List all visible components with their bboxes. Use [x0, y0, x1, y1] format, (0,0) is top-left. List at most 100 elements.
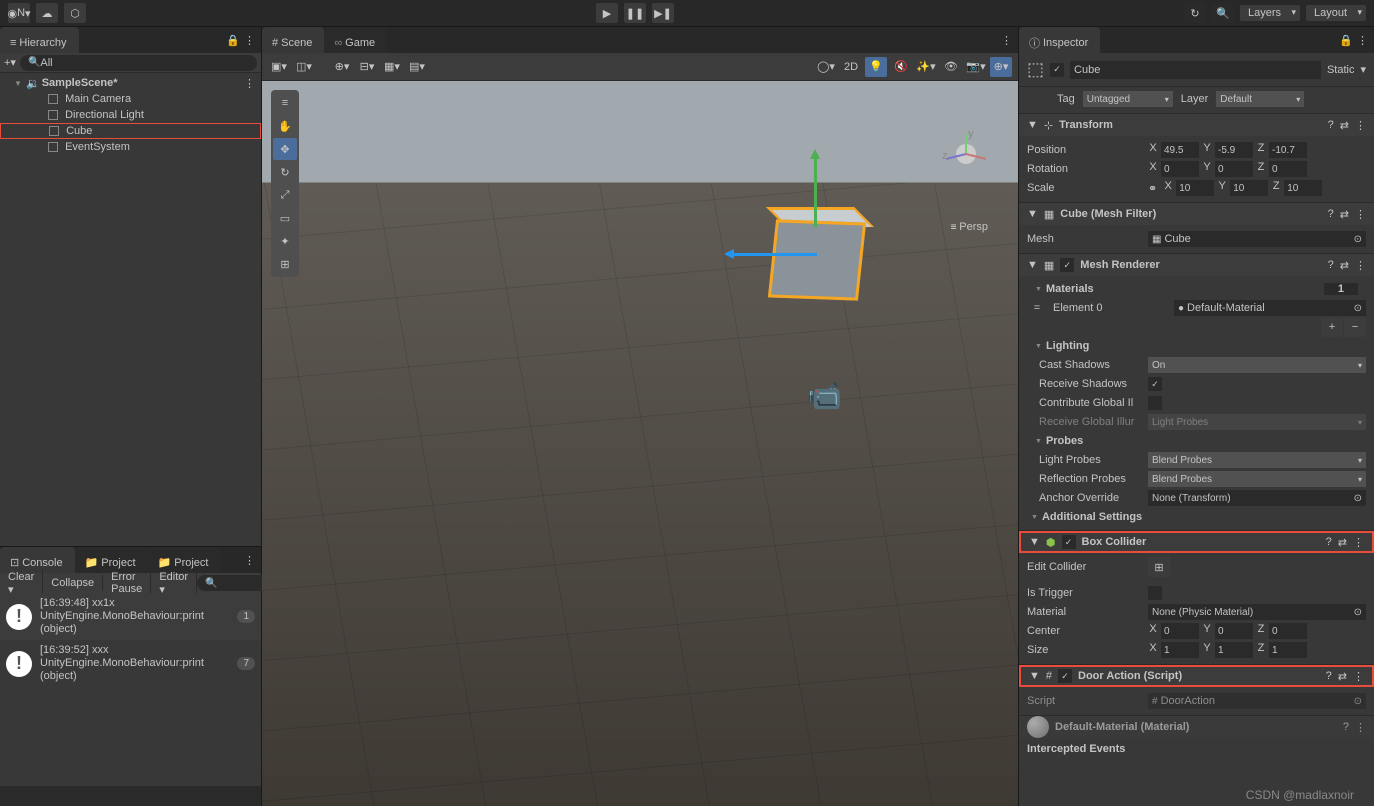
add-material[interactable]: + [1321, 317, 1343, 337]
2d-toggle[interactable]: 2D [840, 57, 862, 77]
hierarchy-item-light[interactable]: Directional Light [0, 107, 261, 123]
dooraction-header[interactable]: ▼#✓Door Action (Script)?⇄⋮ [1019, 665, 1374, 687]
center-y[interactable] [1215, 623, 1253, 639]
package-icon[interactable]: ⬡ [64, 3, 86, 23]
tab-inspector[interactable]: ⓘ Inspector [1019, 27, 1100, 53]
constrain-icon[interactable]: ⚭ [1148, 182, 1157, 195]
search-icon[interactable]: 🔍 [1212, 3, 1234, 23]
reflectionprobes-dropdown[interactable]: Blend Probes [1148, 471, 1366, 487]
materials-label[interactable]: Materials1 [1027, 280, 1366, 298]
hierarchy-item-camera[interactable]: Main Camera [0, 91, 261, 107]
gizmos-toggle[interactable]: ⊕▾ [990, 57, 1012, 77]
orientation-gizmo[interactable]: yz [936, 129, 996, 179]
console-row[interactable]: ! [16:39:52] xxxUnityEngine.MonoBehaviou… [0, 640, 261, 687]
editcollider-button[interactable]: ⊞ [1148, 557, 1170, 577]
pause-button[interactable]: ❚❚ [624, 3, 646, 23]
draw-mode[interactable]: ◫▾ [293, 57, 315, 77]
castshadows-dropdown[interactable]: On [1148, 357, 1366, 373]
cloud-icon[interactable]: ☁ [36, 3, 58, 23]
console-row[interactable]: ! [16:39:48] xx1xUnityEngine.MonoBehavio… [0, 593, 261, 640]
shading-mode[interactable]: ▣▾ [268, 57, 290, 77]
pivot-toggle[interactable]: ⊕▾ [331, 57, 353, 77]
size-x[interactable] [1161, 642, 1199, 658]
layout-dropdown[interactable]: Layout [1306, 5, 1366, 21]
dooraction-enabled[interactable]: ✓ [1058, 669, 1072, 683]
mesh-field[interactable]: ▦ Cube [1148, 231, 1366, 247]
rot-z[interactable] [1269, 161, 1307, 177]
custom-tool[interactable]: ⊞ [273, 253, 297, 275]
layers-dropdown[interactable]: Layers [1240, 5, 1300, 21]
account-button[interactable]: ◉ N ▾ [8, 3, 30, 23]
selected-cube[interactable] [772, 221, 862, 299]
y-axis-handle[interactable] [814, 157, 817, 227]
undo-history-icon[interactable]: ↻ [1184, 3, 1206, 23]
scale-x[interactable] [1176, 180, 1214, 196]
hand-tool[interactable]: ✋ [273, 115, 297, 137]
meshrenderer-header[interactable]: ▼▦✓Mesh Renderer?⇄⋮ [1019, 254, 1374, 276]
tag-dropdown[interactable]: Untagged [1083, 91, 1173, 107]
element0-field[interactable]: ● Default-Material [1174, 300, 1366, 316]
meshrenderer-enabled[interactable]: ✓ [1060, 258, 1074, 272]
console-collapse[interactable]: Collapse [43, 575, 103, 591]
boxcollider-header[interactable]: ▼⬢✓Box Collider?⇄⋮ [1019, 531, 1374, 553]
tab-hierarchy[interactable]: ≡ Hierarchy [0, 27, 79, 53]
pos-z[interactable] [1269, 142, 1307, 158]
camera-mode[interactable]: ◯▾ [815, 57, 837, 77]
increment-snap[interactable]: ▤▾ [406, 57, 428, 77]
rot-y[interactable] [1215, 161, 1253, 177]
tab-game[interactable]: ∞ Game [324, 27, 387, 53]
fx-toggle[interactable]: ✨▾ [915, 57, 937, 77]
menu-icon[interactable]: ⋮ [244, 554, 255, 567]
move-tool[interactable]: ✥ [273, 138, 297, 160]
scale-tool[interactable]: ⤢ [273, 184, 297, 206]
contributegi-checkbox[interactable] [1148, 396, 1162, 410]
camera-settings[interactable]: 📷▾ [965, 57, 987, 77]
hierarchy-search[interactable]: 🔍 All [20, 55, 257, 71]
menu-icon[interactable]: ⋮ [244, 34, 255, 47]
hierarchy-item-eventsystem[interactable]: EventSystem [0, 139, 261, 155]
pos-x[interactable] [1161, 142, 1199, 158]
defaultmaterial-header[interactable]: Default-Material (Material)?⋮ [1019, 716, 1374, 738]
lock-icon[interactable]: 🔒 [1339, 34, 1353, 47]
name-field[interactable] [1070, 61, 1321, 79]
scale-y[interactable] [1230, 180, 1268, 196]
menu-icon[interactable]: ⋮ [1357, 34, 1368, 47]
audio-toggle[interactable]: 🔇 [890, 57, 912, 77]
center-z[interactable] [1269, 623, 1307, 639]
lightprobes-dropdown[interactable]: Blend Probes [1148, 452, 1366, 468]
layer-dropdown[interactable]: Default [1216, 91, 1304, 107]
physmat-field[interactable]: None (Physic Material) [1148, 604, 1366, 620]
pos-y[interactable] [1215, 142, 1253, 158]
probes-section[interactable]: Probes [1027, 432, 1366, 450]
size-z[interactable] [1269, 642, 1307, 658]
anchor-field[interactable]: None (Transform) [1148, 490, 1366, 506]
enabled-checkbox[interactable]: ✓ [1050, 63, 1064, 77]
visibility-toggle[interactable]: 👁 [940, 57, 962, 77]
menu-icon[interactable]: ⋮ [1001, 34, 1012, 47]
tab-scene[interactable]: # Scene [262, 27, 324, 53]
transform-tool[interactable]: ✦ [273, 230, 297, 252]
snap-toggle[interactable]: ⊟▾ [356, 57, 378, 77]
hierarchy-item-cube[interactable]: Cube [0, 123, 261, 139]
scene-viewport[interactable]: ≡ ✋ ✥ ↻ ⤢ ▭ ✦ ⊞ 📹 yz ≡ Persp [262, 81, 1018, 806]
grip-handle[interactable]: ≡ [273, 92, 297, 114]
rotate-tool[interactable]: ↻ [273, 161, 297, 183]
step-button[interactable]: ▶❚ [652, 3, 674, 23]
transform-header[interactable]: ▼⊹Transform?⇄⋮ [1019, 114, 1374, 136]
static-dropdown[interactable]: ▾ [1360, 63, 1366, 76]
rot-x[interactable] [1161, 161, 1199, 177]
lighting-toggle[interactable]: 💡 [865, 57, 887, 77]
istrigger-checkbox[interactable] [1148, 586, 1162, 600]
size-y[interactable] [1215, 642, 1253, 658]
create-button[interactable]: +▾ [4, 56, 16, 69]
lighting-section[interactable]: Lighting [1027, 337, 1366, 355]
additional-section[interactable]: Additional Settings [1023, 508, 1366, 526]
rect-tool[interactable]: ▭ [273, 207, 297, 229]
play-button[interactable]: ▶ [596, 3, 618, 23]
lock-icon[interactable]: 🔒 [226, 34, 240, 47]
receiveshadows-checkbox[interactable]: ✓ [1148, 377, 1162, 391]
center-x[interactable] [1161, 623, 1199, 639]
remove-material[interactable]: − [1344, 317, 1366, 337]
meshfilter-header[interactable]: ▼▦Cube (Mesh Filter)?⇄⋮ [1019, 203, 1374, 225]
intercepted-events-header[interactable]: Intercepted Events [1019, 738, 1374, 760]
